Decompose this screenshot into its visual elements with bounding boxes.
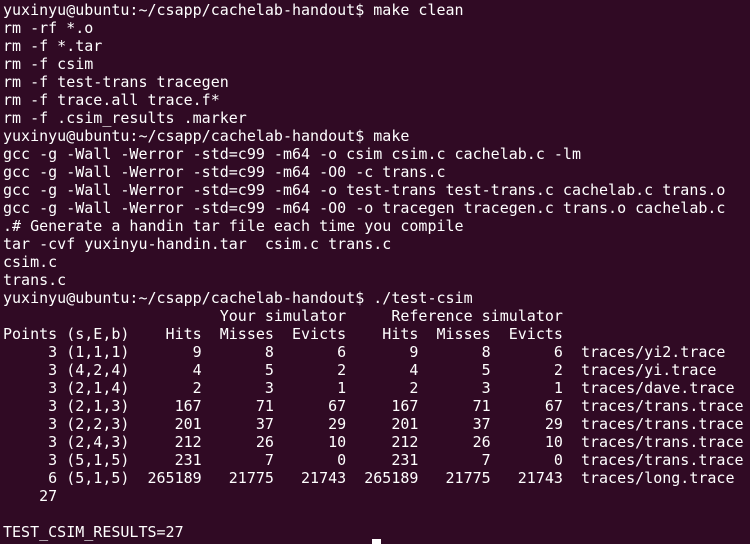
- terminal-line-make-command: yuxinyu@ubuntu:~/csapp/cachelab-handout$…: [3, 127, 410, 145]
- terminal-line-make-clean-command: yuxinyu@ubuntu:~/csapp/cachelab-handout$…: [3, 1, 464, 19]
- terminal-line: .# Generate a handin tar file each time …: [3, 217, 464, 235]
- text-cursor: [372, 539, 381, 544]
- results-table-row: 3 (2,1,3) 167 71 67 167 71 67 traces/tra…: [3, 397, 744, 415]
- terminal-line: gcc -g -Wall -Werror -std=c99 -m64 -O0 -…: [3, 199, 726, 217]
- terminal-line: rm -f csim: [3, 55, 94, 73]
- terminal-line: gcc -g -Wall -Werror -std=c99 -m64 -o cs…: [3, 145, 581, 163]
- terminal-line: rm -f .csim_results .marker: [3, 109, 247, 127]
- results-table-column-header: Points (s,E,b) Hits Misses Evicts Hits M…: [3, 325, 563, 343]
- terminal-line: rm -rf *.o: [3, 19, 94, 37]
- terminal-line: rm -f trace.all trace.f*: [3, 91, 220, 109]
- terminal-output: yuxinyu@ubuntu:~/csapp/cachelab-handout$…: [3, 1, 744, 541]
- results-table-row: 3 (2,4,3) 212 26 10 212 26 10 traces/tra…: [3, 433, 744, 451]
- results-table-row: 3 (4,2,4) 4 5 2 4 5 2 traces/yi.trace: [3, 361, 717, 379]
- results-table-row: 3 (5,1,5) 231 7 0 231 7 0 traces/trans.t…: [3, 451, 744, 469]
- terminal-window[interactable]: yuxinyu@ubuntu:~/csapp/cachelab-handout$…: [0, 0, 750, 544]
- terminal-line: tar -cvf yuxinyu-handin.tar csim.c trans…: [3, 235, 392, 253]
- terminal-line: csim.c: [3, 253, 58, 271]
- results-table-row: 3 (1,1,1) 9 8 6 9 8 6 traces/yi2.trace: [3, 343, 726, 361]
- terminal-line: rm -f test-trans tracegen: [3, 73, 229, 91]
- results-table-row: 3 (2,1,4) 2 3 1 2 3 1 traces/dave.trace: [3, 379, 735, 397]
- results-table-row: 6 (5,1,5) 265189 21775 21743 265189 2177…: [3, 469, 735, 487]
- results-table-group-header: Your simulator Reference simulator: [3, 307, 563, 325]
- results-total-points: 27: [3, 487, 58, 505]
- terminal-line: trans.c: [3, 271, 67, 289]
- terminal-line: gcc -g -Wall -Werror -std=c99 -m64 -O0 -…: [3, 163, 446, 181]
- results-table-row: 3 (2,2,3) 201 37 29 201 37 29 traces/tra…: [3, 415, 744, 433]
- terminal-line: gcc -g -Wall -Werror -std=c99 -m64 -o te…: [3, 181, 726, 199]
- terminal-line-test-csim-command: yuxinyu@ubuntu:~/csapp/cachelab-handout$…: [3, 289, 473, 307]
- terminal-line: rm -f *.tar: [3, 37, 103, 55]
